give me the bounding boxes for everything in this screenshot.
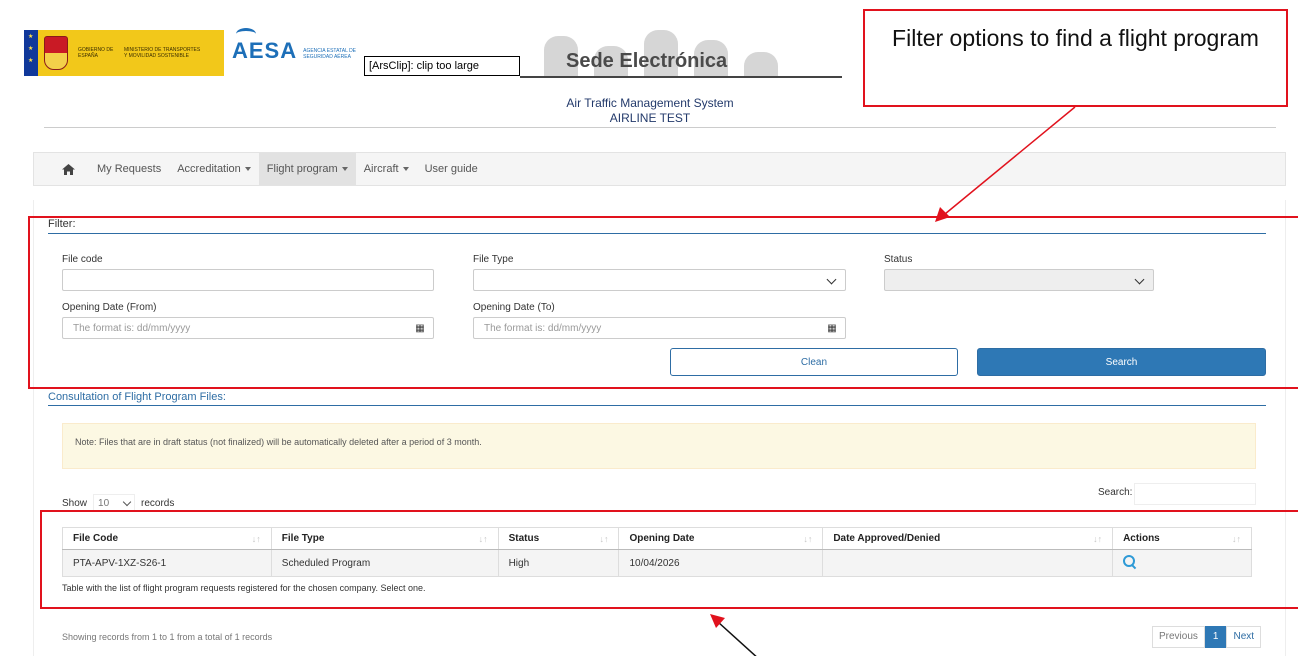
sede-title: Sede Electrónica bbox=[566, 50, 728, 72]
chevron-down-icon bbox=[402, 167, 409, 171]
filter-callout-annotation: Filter options to find a flight program bbox=[863, 9, 1288, 107]
aesa-logo: AESA AGENCIA ESTATAL DE SEGURIDAD AÉREA bbox=[232, 28, 375, 63]
nav-flight-program[interactable]: Flight program bbox=[258, 153, 356, 185]
pagination-next[interactable]: Next bbox=[1226, 626, 1262, 648]
chevron-down-icon bbox=[244, 167, 251, 171]
aesa-swoosh-icon bbox=[236, 28, 256, 40]
nav-user-guide[interactable]: User guide bbox=[417, 153, 486, 185]
sede-banner: Sede Electrónica bbox=[520, 26, 842, 78]
sede-underline bbox=[520, 76, 842, 78]
eu-flag-icon: ★ ★ ★ bbox=[24, 30, 38, 76]
home-icon[interactable] bbox=[34, 153, 89, 185]
nav-accreditation-label: Accreditation bbox=[177, 163, 241, 175]
government-logo: ★ ★ ★ GOBIERNO DE ESPAÑA MINISTERIO DE TRA… bbox=[24, 30, 224, 76]
pagination-previous[interactable]: Previous bbox=[1152, 626, 1205, 648]
nav-accreditation[interactable]: Accreditation bbox=[169, 153, 259, 185]
app-title: Air Traffic Management System AIRLINE TE… bbox=[520, 96, 780, 126]
chevron-down-icon bbox=[341, 167, 348, 171]
page-length-value: 10 bbox=[98, 497, 110, 509]
pagination: Previous 1 Next bbox=[1152, 626, 1262, 648]
app-title-main: Air Traffic Management System bbox=[566, 96, 734, 110]
table-highlight-box bbox=[40, 510, 1298, 609]
main-navbar: My Requests Accreditation Flight program… bbox=[33, 152, 1286, 186]
nav-aircraft-label: Aircraft bbox=[363, 163, 399, 175]
table-search-input[interactable] bbox=[1134, 483, 1256, 505]
ministry-text: MINISTERIO DE TRANSPORTES Y MOVILIDAD SO… bbox=[124, 47, 201, 59]
show-label: Show bbox=[62, 497, 88, 509]
arsclip-notice: [ArsClip]: clip too large bbox=[364, 56, 520, 76]
consultation-title: Consultation of Flight Program Files: bbox=[48, 391, 226, 403]
records-summary: Showing records from 1 to 1 from a total… bbox=[62, 632, 273, 642]
nav-user-guide-label: User guide bbox=[424, 163, 478, 175]
header-divider bbox=[44, 127, 1276, 128]
filter-highlight-box bbox=[28, 216, 1298, 389]
nav-flight-program-label: Flight program bbox=[266, 163, 338, 175]
nav-my-requests-label: My Requests bbox=[97, 163, 162, 175]
draft-note: Note: Files that are in draft status (no… bbox=[62, 423, 1256, 469]
table-search-label: Search: bbox=[1098, 487, 1133, 498]
aesa-wordmark: AESA bbox=[232, 38, 298, 63]
records-label: records bbox=[141, 497, 175, 509]
consultation-divider bbox=[48, 405, 1266, 406]
pagination-page-1[interactable]: 1 bbox=[1204, 626, 1227, 648]
coat-of-arms-icon bbox=[44, 36, 68, 70]
app-title-company: AIRLINE TEST bbox=[609, 111, 691, 125]
chevron-down-icon bbox=[122, 497, 132, 506]
nav-aircraft[interactable]: Aircraft bbox=[356, 153, 417, 185]
nav-my-requests[interactable]: My Requests bbox=[89, 153, 169, 185]
government-text: GOBIERNO DE ESPAÑA bbox=[78, 47, 114, 59]
